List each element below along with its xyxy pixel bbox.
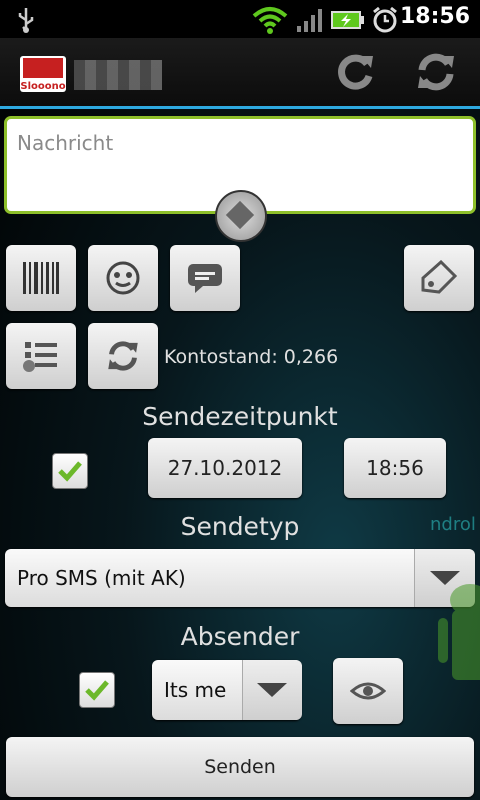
schedule-checkbox[interactable] [52, 453, 88, 489]
date-value: 27.10.2012 [167, 456, 283, 480]
checkmark-icon [58, 461, 82, 482]
balance-label: Kontostand: 0,266 [164, 346, 339, 368]
time-value: 18:56 [366, 456, 424, 480]
signal-icon [297, 9, 322, 32]
sync-icon [108, 341, 138, 371]
battery-charging-icon [331, 11, 364, 29]
barcode-icon [23, 262, 59, 294]
eye-icon [350, 682, 386, 700]
account-name [74, 60, 162, 90]
alarm-icon [373, 6, 397, 33]
sender-dropdown[interactable]: Its me [152, 660, 302, 720]
android-decoration: ndrol [430, 514, 480, 680]
action-bar [0, 38, 480, 106]
sync-icon[interactable] [414, 50, 458, 94]
send-type-value: Pro SMS (mit AK) [17, 566, 186, 590]
sender-dropdown-arrow[interactable] [242, 660, 302, 720]
schedule-title: Sendezeitpunkt [142, 402, 338, 431]
chevron-down-icon [257, 683, 287, 697]
status-bar: 18:56 [0, 0, 480, 38]
emoticon-button[interactable] [88, 245, 158, 311]
list-icon [23, 342, 57, 372]
sender-title: Absender [180, 622, 300, 651]
usb-icon [18, 8, 34, 33]
app-logo: Slooono [20, 56, 66, 92]
template-button[interactable] [170, 245, 240, 311]
checkmark-icon [85, 680, 109, 701]
refresh-c-icon[interactable] [333, 50, 377, 94]
date-button[interactable]: 27.10.2012 [148, 438, 302, 498]
clock: 18:56 [399, 4, 470, 29]
send-type-title: Sendetyp [180, 512, 300, 541]
barcode-button[interactable] [6, 245, 76, 311]
time-button[interactable]: 18:56 [344, 438, 446, 498]
speech-bubble-icon [188, 264, 222, 293]
wifi-icon [252, 7, 288, 34]
sender-value: Its me [164, 678, 227, 702]
send-button[interactable]: Senden [6, 737, 474, 797]
smiley-icon [106, 261, 140, 295]
refresh-balance-button[interactable] [88, 323, 158, 389]
tag-button[interactable] [404, 245, 474, 311]
expand-handle[interactable] [215, 190, 267, 242]
message-placeholder: Nachricht [17, 131, 114, 155]
svg-text:ndrol: ndrol [430, 514, 476, 535]
preview-button[interactable] [333, 658, 403, 724]
tag-icon [421, 260, 458, 294]
contacts-list-button[interactable] [6, 323, 76, 389]
send-button-label: Senden [204, 756, 276, 778]
sender-checkbox[interactable] [79, 672, 115, 708]
action-bar-divider [0, 106, 480, 109]
send-type-dropdown[interactable]: Pro SMS (mit AK) [5, 549, 475, 607]
